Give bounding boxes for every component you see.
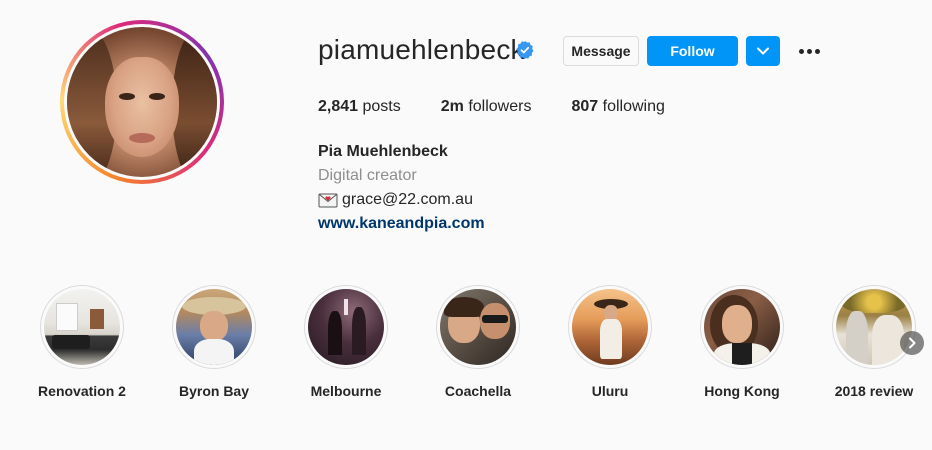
suggested-accounts-dropdown-button[interactable] (746, 36, 780, 66)
followers-count: 2m (440, 98, 464, 115)
profile-email-line: grace@22.com.au (318, 191, 473, 209)
highlight-coachella[interactable]: Coachella (413, 285, 543, 399)
highlight-renovation-2[interactable]: Renovation 2 (17, 285, 147, 399)
posts-label: posts (362, 98, 401, 115)
highlight-cover (572, 289, 648, 365)
posts-count: 2,841 (318, 98, 359, 115)
profile-category: Digital creator (318, 167, 417, 184)
profile-stats: 2,841 posts 2m followers 807 following (318, 98, 705, 116)
profile-username: piamuehlenbeck (318, 34, 525, 65)
chevron-down-icon (757, 47, 769, 55)
verified-badge-icon (516, 41, 534, 59)
highlight-ring (700, 285, 784, 369)
followers-stat[interactable]: 2m followers (441, 98, 532, 116)
highlight-ring (304, 285, 388, 369)
highlight-label: Uluru (591, 383, 629, 399)
following-label: following (602, 98, 665, 115)
profile-website-link[interactable]: www.kaneandpia.com (318, 215, 485, 233)
highlight-hong-kong[interactable]: Hong Kong (677, 285, 807, 399)
highlight-cover (176, 289, 252, 365)
profile-avatar[interactable] (60, 20, 224, 184)
highlight-ring (832, 285, 916, 369)
profile-full-name: Pia Muehlenbeck (318, 143, 448, 160)
posts-stat: 2,841 posts (318, 98, 401, 116)
highlight-cover (836, 289, 912, 365)
highlight-ring (40, 285, 124, 369)
highlight-cover (440, 289, 516, 365)
highlight-label: Renovation 2 (38, 383, 126, 399)
avatar-gap (64, 24, 220, 180)
highlight-cover (704, 289, 780, 365)
avatar-image (67, 27, 217, 177)
love-letter-icon (318, 193, 338, 208)
highlight-label: Byron Bay (178, 383, 250, 399)
highlight-uluru[interactable]: Uluru (545, 285, 675, 399)
highlight-label: 2018 review (834, 383, 914, 399)
followers-label: followers (468, 98, 532, 115)
highlight-label: Hong Kong (704, 383, 780, 399)
highlight-ring (172, 285, 256, 369)
highlight-melbourne[interactable]: Melbourne (281, 285, 411, 399)
highlight-ring (436, 285, 520, 369)
profile-email: grace@22.com.au (342, 191, 473, 208)
chevron-right-icon (909, 337, 916, 349)
following-count: 807 (571, 98, 599, 115)
highlight-label: Coachella (444, 383, 512, 399)
highlight-ring (568, 285, 652, 369)
highlight-label: Melbourne (310, 383, 382, 399)
highlight-cover (308, 289, 384, 365)
highlights-next-button[interactable] (900, 331, 924, 355)
highlight-byron-bay[interactable]: Byron Bay (149, 285, 279, 399)
following-stat[interactable]: 807 following (571, 98, 664, 116)
highlight-cover (44, 289, 120, 365)
message-button[interactable]: Message (563, 36, 639, 66)
follow-button[interactable]: Follow (647, 36, 738, 66)
more-options-icon[interactable] (796, 40, 822, 62)
